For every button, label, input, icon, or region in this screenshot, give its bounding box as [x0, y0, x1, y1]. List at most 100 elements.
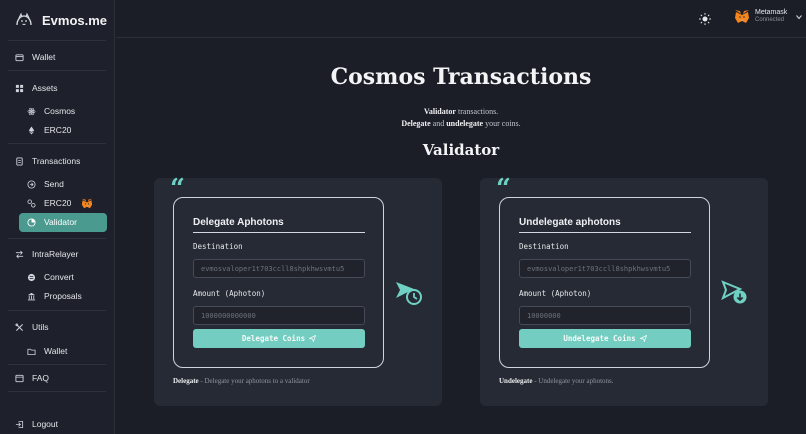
sidebar: Evmos.me Wallet Assets Cosmos ERC20 Tran…	[0, 0, 115, 434]
sidebar-item-intrarelayer[interactable]: IntraRelayer	[14, 247, 78, 261]
delegate-note: Delegate - Delegate your aphotons to a v…	[173, 377, 310, 385]
amount-input[interactable]: 1000000000000	[193, 306, 365, 325]
destination-input[interactable]: evmosvaloper1t703ccll8shpkhwsvmtu5	[519, 259, 691, 278]
chevron-down-icon	[796, 14, 803, 19]
delegate-coins-button[interactable]: Delegate Coins	[193, 329, 365, 348]
undelegate-coins-button[interactable]: Undelegate Coins	[519, 329, 691, 348]
sidebar-item-label: Send	[44, 179, 64, 189]
ethereum-icon	[26, 125, 36, 135]
folder-icon	[26, 346, 36, 356]
grid-icon	[14, 83, 24, 93]
sidebar-item-label: ERC20	[44, 125, 72, 135]
theme-toggle-sun-icon[interactable]	[698, 12, 712, 26]
sidebar-item-label: Proposals	[44, 291, 82, 301]
sidebar-item-logout[interactable]: Logout	[14, 417, 58, 431]
delegate-form: Delegate Aphotons Destination evmosvalop…	[173, 197, 384, 368]
sidebar-item-label: IntraRelayer	[32, 249, 79, 259]
sidebar-item-label: FAQ	[32, 373, 50, 383]
form-title: Delegate Aphotons	[193, 217, 284, 228]
subtitle-bold: Validator	[423, 107, 456, 116]
page-subtitle-1: Validator transactions.	[116, 107, 806, 116]
metamask-fox-icon	[82, 198, 93, 208]
sidebar-item-label: ERC20	[44, 198, 72, 208]
pie-chart-icon	[26, 217, 36, 227]
sidebar-item-label: Cosmos	[44, 106, 76, 116]
destination-input[interactable]: evmosvaloper1t703ccll8shpkhwsvmtu5	[193, 259, 365, 278]
note-text: - Delegate your aphotons to a validator	[198, 377, 310, 385]
amount-label: Amount (Aphoton)	[519, 289, 592, 298]
destination-label: Destination	[193, 242, 243, 251]
sidebar-divider	[8, 391, 106, 392]
sidebar-divider	[8, 70, 106, 71]
send-circle-icon	[26, 179, 36, 189]
sidebar-item-faq[interactable]: FAQ	[14, 371, 49, 385]
sidebar-item-utils-wallet[interactable]: Wallet	[26, 344, 67, 358]
wallet-name: Metamask	[755, 9, 788, 17]
delegate-card: “ Delegate Aphotons Destination evmosval…	[154, 174, 442, 406]
wallet-info: Metamask Connected	[755, 9, 787, 23]
page-title: Cosmos Transactions	[330, 64, 592, 90]
page-subtitle-2: Delegate and undelegate your coins.	[116, 119, 806, 128]
sidebar-item-validator[interactable]: Validator	[26, 215, 77, 229]
sidebar-item-proposals[interactable]: Proposals	[26, 289, 82, 303]
amount-input[interactable]: 10000000	[519, 306, 691, 325]
wallet-icon	[14, 52, 24, 62]
metamask-fox-icon	[735, 10, 749, 23]
sidebar-item-convert[interactable]: Convert	[26, 270, 74, 284]
sidebar-item-erc20[interactable]: ERC20	[26, 123, 71, 137]
sidebar-item-assets[interactable]: Assets	[14, 81, 58, 95]
sidebar-item-label: Wallet	[32, 52, 56, 62]
undelegate-form: Undelegate aphotons Destination evmosval…	[499, 197, 710, 368]
section-title: Validator	[422, 141, 500, 159]
brand[interactable]: Evmos.me	[14, 10, 107, 30]
app-name: Evmos.me	[42, 12, 108, 28]
form-divider	[519, 232, 691, 233]
tools-icon	[14, 322, 24, 332]
button-label: Undelegate Coins	[563, 334, 636, 343]
subtitle-text: your coins.	[483, 119, 521, 128]
sidebar-item-label: Transactions	[32, 156, 81, 166]
paper-plane-icon	[639, 335, 647, 342]
sidebar-item-utils[interactable]: Utils	[14, 320, 49, 334]
button-label: Delegate Coins	[241, 334, 306, 343]
amount-label: Amount (Aphoton)	[193, 289, 266, 298]
sidebar-item-label: Logout	[32, 419, 58, 429]
sidebar-item-cosmos[interactable]: Cosmos	[26, 104, 75, 118]
sidebar-item-erc20-tx[interactable]: ERC20	[26, 196, 93, 210]
sidebar-item-label: Assets	[32, 83, 58, 93]
sidebar-divider	[8, 40, 106, 41]
destination-label: Destination	[519, 242, 569, 251]
subtitle-bold: undelegate	[446, 119, 484, 128]
logout-icon	[14, 419, 24, 429]
sidebar-item-label: Validator	[44, 217, 77, 227]
wallet-menu-button[interactable]: Metamask Connected	[734, 9, 803, 24]
subtitle-bold: Delegate	[401, 119, 431, 128]
building-icon	[26, 291, 36, 301]
note-bold: Delegate	[173, 377, 199, 385]
receipt-icon	[14, 156, 24, 166]
note-bold: Undelegate	[499, 377, 533, 385]
book-icon	[14, 373, 24, 383]
app-root: Evmos.me Wallet Assets Cosmos ERC20 Tran…	[0, 0, 806, 434]
sidebar-item-label: Utils	[32, 322, 49, 332]
subtitle-text: transactions.	[455, 107, 499, 116]
sidebar-item-wallet[interactable]: Wallet	[14, 50, 55, 64]
form-title: Undelegate aphotons	[519, 217, 621, 228]
top-header: Metamask Connected	[116, 0, 806, 38]
sidebar-divider	[8, 238, 106, 239]
relay-arrows-icon	[14, 249, 24, 259]
sidebar-item-transactions[interactable]: Transactions	[14, 154, 80, 168]
cosmos-atom-icon	[26, 106, 36, 116]
undelegate-download-icon	[721, 280, 747, 304]
convert-icon	[26, 272, 36, 282]
note-text: - Undelegate your aphotons.	[532, 377, 614, 385]
sidebar-divider	[8, 310, 106, 311]
paper-plane-icon	[309, 335, 317, 342]
undelegate-note: Undelegate - Undelegate your aphotons.	[499, 377, 614, 385]
sidebar-item-send[interactable]: Send	[26, 177, 64, 191]
wallet-status: Connected	[755, 17, 785, 24]
exchange-icon	[26, 198, 36, 208]
sidebar-item-label: Wallet	[44, 346, 68, 356]
sidebar-item-label: Convert	[44, 272, 74, 282]
subtitle-text: and	[430, 119, 447, 128]
